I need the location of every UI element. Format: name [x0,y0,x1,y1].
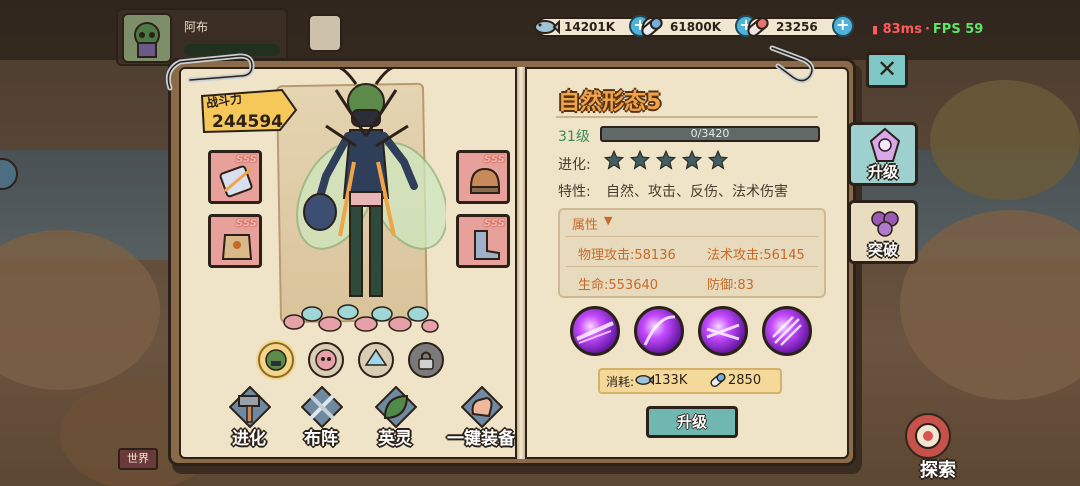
auto-equip-button[interactable]: 一键装备 [446,386,516,449]
attributes-title[interactable]: 属性 [572,214,598,233]
team-slot-locked[interactable] [408,342,444,378]
spirit-button[interactable]: 英灵 [360,386,430,449]
power-value: 244594 [212,112,283,132]
star-icon [630,150,650,170]
formation-label: 布阵 [304,429,338,449]
hammer-icon [229,386,271,428]
cost-fish-value: 133K [654,373,688,388]
chevron-down-icon[interactable]: ▼ [604,214,612,227]
boots-icon [474,230,500,260]
hp-stat: 生命:553640 [578,278,659,293]
player-name: 阿布 [184,20,209,34]
star-icon [682,150,702,170]
auto-equip-label: 一键装备 [447,429,515,449]
lock-icon [418,351,434,370]
skill-2[interactable] [634,306,684,356]
leaf-icon [375,386,417,428]
skill-beam-icon [576,321,614,344]
equip-slot-weapon[interactable]: SSS [208,150,262,204]
formation-button[interactable]: 布阵 [286,386,356,449]
capsule-blue-icon [641,17,663,37]
star-icon [604,150,624,170]
currency-fish-value: 14201K [564,20,616,34]
fish-icon [635,374,654,386]
magic-attack-stat: 法术攻击:56145 [707,248,805,263]
tab-breakthrough[interactable]: 突破 [848,200,918,264]
star-icon [708,150,728,170]
level-text: 31级 [558,129,590,145]
hero-portrait-icon [364,348,388,366]
hero-portrait-icon [265,349,287,371]
evolution-stars [604,150,728,170]
traits-value: 自然、攻击、反伤、法术伤害 [606,184,788,200]
xp-text: 0/3420 [690,127,730,140]
currency-capsule-red: 23256 + [747,15,854,38]
star-icon [656,150,676,170]
fish-icon [534,19,560,35]
signal-icon: ▮ [872,23,879,36]
capsule-blue-icon [710,372,726,388]
book-weapon-icon [219,165,253,198]
team-slot-2[interactable] [308,342,344,378]
book-spine [515,67,527,459]
xp-bar: 0/3420 [600,126,820,142]
ping-value: 83ms [882,22,922,37]
title-divider [556,116,818,118]
skill-3[interactable] [698,306,748,356]
equip-slot-boots[interactable]: SSS [456,214,510,268]
pebble-pile [283,304,439,333]
explore-label[interactable]: 探索 [920,456,956,482]
fps-value: FPS 59 [932,22,984,37]
evolve-label: 进化 [232,429,266,449]
skill-wave-icon [706,323,740,341]
chat-channel-world[interactable]: 世界 [118,448,158,470]
hand-icon [461,386,503,428]
paper-clip-right-icon [769,45,815,84]
currency-capsule-red-value: 23256 [776,20,818,34]
traits-label: 特性: [558,184,591,200]
team-slot-3[interactable] [358,342,394,378]
network-status: ▮ 83ms · FPS 59 [872,22,984,37]
rock-top-right [930,80,1080,200]
spirit-label: 英灵 [378,429,412,449]
upgrade-button[interactable]: 升级 [646,406,738,438]
equip-slot-armor[interactable]: SSS [208,214,262,268]
attr-divider [566,236,818,237]
armor-icon [221,234,253,260]
close-button[interactable]: ✕ [866,52,908,88]
evolve-button[interactable]: 进化 [214,386,284,449]
phys-attack-stat: 物理攻击:58136 [578,248,676,263]
skill-slash-icon [643,315,676,346]
team-slot-1[interactable] [258,342,294,378]
skill-claw-icon [772,316,802,346]
capsule-red-icon [747,17,769,37]
sword-icon [301,386,343,428]
insect-hero-character[interactable] [296,66,446,316]
cost-label: 消耗: [606,375,635,389]
defense-stat: 防御:83 [707,278,754,293]
tab-upgrade-label: 升级 [867,163,898,181]
quest-scroll-icon[interactable] [308,14,342,52]
form-title: 自然形态5 [558,90,662,115]
helmet-icon [469,167,501,194]
skill-4[interactable] [762,306,812,356]
currency-capsule-blue-value: 61800K [670,20,722,34]
currency-fish: 14201K + [534,15,652,38]
explore-target-icon[interactable] [898,408,958,462]
attr-divider [566,266,818,267]
cost-capsule-value: 2850 [728,373,762,388]
equip-slot-helmet[interactable]: SSS [456,150,510,204]
skill-1[interactable] [570,306,620,356]
add-capsule-red-button[interactable]: + [831,15,854,37]
tab-upgrade[interactable]: 升级 [848,122,918,186]
close-icon: ✕ [876,55,898,83]
currency-capsule-blue: 61800K + [641,15,758,38]
hero-portrait-icon [315,349,337,371]
evolution-label: 进化: [558,157,591,173]
tab-breakthrough-label: 突破 [867,241,898,259]
